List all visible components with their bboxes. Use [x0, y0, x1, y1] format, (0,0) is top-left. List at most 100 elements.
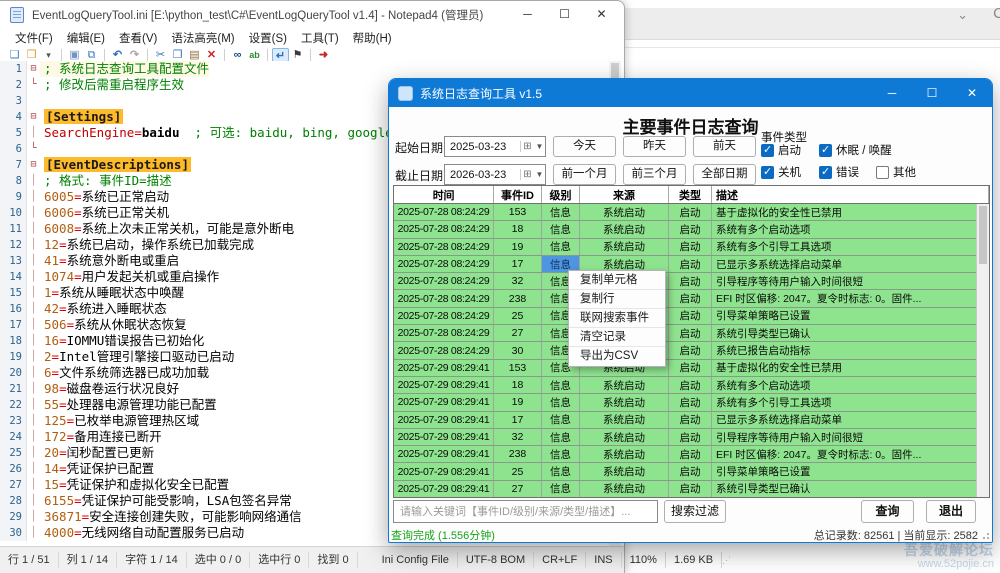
table-cell[interactable]: 基于虚拟化的安全性已禁用 — [712, 360, 989, 376]
table-cell[interactable]: 已显示多系统选择启动菜单 — [712, 256, 989, 272]
table-cell[interactable]: 系统有多个启动选项 — [712, 377, 989, 393]
code-text[interactable]: 2=Intel管理引擎接口驱动已启动 — [40, 349, 234, 365]
table-cell[interactable]: 系统引导类型已确认 — [712, 325, 989, 341]
table-cell[interactable]: 153 — [494, 360, 542, 376]
exit-button[interactable]: 退出 — [926, 500, 976, 523]
code-text[interactable]: [Settings] — [40, 109, 123, 125]
code-text[interactable]: 6155=凭证保护可能受影响，LSA包签名异常 — [40, 493, 292, 509]
table-cell[interactable]: 2025-07-28 08:24:29 — [394, 290, 494, 306]
table-cell[interactable]: 已显示多系统选择启动菜单 — [712, 412, 989, 428]
quick-date-button[interactable]: 昨天 — [623, 136, 686, 157]
code-text[interactable]: 42=系统进入睡眠状态 — [40, 301, 167, 317]
table-row[interactable]: 2025-07-28 08:24:2930信息系统启动启动系统已报告启动指标 — [394, 342, 989, 359]
table-row[interactable]: 2025-07-29 08:29:4118信息系统启动启动系统有多个启动选项 — [394, 377, 989, 394]
code-text[interactable]: 16=IOMMU错误报告已初始化 — [40, 333, 204, 349]
quick-date-button[interactable]: 今天 — [553, 136, 616, 157]
code-text[interactable]: SearchEngine=baidu ; 可选: baidu, bing, go… — [40, 125, 393, 141]
table-cell[interactable]: 启动 — [669, 256, 712, 272]
table-cell[interactable]: 2025-07-29 08:29:41 — [394, 412, 494, 428]
status-segment-r3[interactable]: INS — [586, 552, 621, 568]
table-row[interactable]: 2025-07-29 08:29:4117信息系统启动启动已显示多系统选择启动菜… — [394, 412, 989, 429]
quick-date-button[interactable]: 全部日期 — [693, 164, 756, 185]
table-cell[interactable]: 启动 — [669, 429, 712, 445]
table-cell[interactable]: 启动 — [669, 273, 712, 289]
table-cell[interactable]: 2025-07-28 08:24:29 — [394, 342, 494, 358]
code-text[interactable]: 6=文件系统筛选器已成功加载 — [40, 365, 209, 381]
table-row[interactable]: 2025-07-28 08:24:2919信息系统启动启动系统有多个引导工具选项 — [394, 239, 989, 256]
table-cell[interactable]: 系统启动 — [580, 463, 669, 479]
status-segment-5[interactable]: 找到 0 — [309, 552, 357, 568]
table-cell[interactable]: 32 — [494, 273, 542, 289]
fold-marker-icon[interactable] — [26, 61, 40, 77]
table-row[interactable]: 2025-07-29 08:29:4125信息系统启动启动引导菜单策略已设置 — [394, 463, 989, 480]
code-text[interactable]: 6005=系统已正常启动 — [40, 189, 169, 205]
table-cell[interactable]: 32 — [494, 429, 542, 445]
status-segment-1[interactable]: 列 1 / 14 — [59, 552, 118, 568]
quick-date-button[interactable]: 前一个月 — [553, 164, 616, 185]
code-text[interactable]: 36871=安全连接创建失败，可能影响网络通信 — [40, 509, 302, 525]
dialog-titlebar[interactable]: 系统日志查询工具 v1.5 ─ ☐ ✕ — [389, 79, 992, 107]
menu-item-2[interactable]: 查看(V) — [112, 28, 164, 48]
table-cell[interactable]: 启动 — [669, 394, 712, 410]
copy-icon[interactable] — [169, 48, 186, 62]
table-cell[interactable]: 2025-07-28 08:24:29 — [394, 256, 494, 272]
event-type-checkbox-0[interactable]: 启动 — [761, 142, 801, 158]
code-text[interactable]: 15=凭证保护和虚拟化安全已配置 — [40, 477, 229, 493]
undo-icon[interactable] — [109, 48, 126, 62]
status-segment-r1[interactable]: UTF-8 BOM — [458, 552, 534, 568]
code-text[interactable]: 55=处理器电源管理功能已配置 — [40, 397, 217, 413]
table-scrollbar-thumb[interactable] — [979, 206, 987, 264]
table-cell[interactable]: 启动 — [669, 463, 712, 479]
table-cell[interactable]: 系统启动 — [580, 446, 669, 462]
date-dropdown-icon[interactable]: ▼ — [534, 142, 545, 151]
pin-icon[interactable] — [289, 48, 306, 62]
table-cell[interactable]: 19 — [494, 394, 542, 410]
table-cell[interactable]: 系统启动 — [580, 239, 669, 255]
table-cell[interactable]: 引导菜单策略已设置 — [712, 463, 989, 479]
table-cell[interactable]: 引导程序等待用户输入时间很短 — [712, 273, 989, 289]
table-cell[interactable]: 启动 — [669, 377, 712, 393]
table-cell[interactable]: 信息 — [542, 394, 580, 410]
checkbox-icon[interactable] — [761, 144, 774, 157]
start-date-input[interactable]: 2025-03-23 ⊞ ▼ — [444, 136, 546, 157]
table-cell[interactable]: 30 — [494, 342, 542, 358]
window-resize-grip[interactable]: ⋰ — [722, 555, 731, 565]
table-cell[interactable]: 2025-07-29 08:29:41 — [394, 360, 494, 376]
menu-item-4[interactable]: 设置(S) — [242, 28, 294, 48]
save-icon[interactable] — [66, 48, 83, 62]
table-cell[interactable]: 25 — [494, 308, 542, 324]
table-cell[interactable]: 系统启动 — [580, 481, 669, 497]
dialog-maximize-icon[interactable]: ☐ — [912, 79, 952, 107]
table-cell[interactable]: 18 — [494, 377, 542, 393]
table-row[interactable]: 2025-07-29 08:29:4132信息系统启动启动引导程序等待用户输入时… — [394, 429, 989, 446]
word-wrap-icon[interactable] — [272, 48, 289, 62]
table-cell[interactable]: 系统启动 — [580, 394, 669, 410]
table-cell[interactable]: EFI 时区偏移: 2047。夏令时标志: 0。固件... — [712, 446, 989, 462]
context-menu-item-2[interactable]: 联网搜索事件 — [569, 309, 665, 328]
table-cell[interactable]: 系统引导类型已确认 — [712, 481, 989, 497]
table-cell[interactable]: 2025-07-28 08:24:29 — [394, 308, 494, 324]
notepad-titlebar[interactable]: EventLogQueryTool.ini [E:\python_test\C#… — [0, 1, 624, 28]
code-text[interactable]: 6006=系统已正常关机 — [40, 205, 169, 221]
table-row[interactable]: 2025-07-29 08:29:4127信息系统启动启动系统引导类型已确认 — [394, 481, 989, 497]
table-cell[interactable]: 19 — [494, 239, 542, 255]
column-header-4[interactable]: 类型 — [669, 186, 712, 203]
table-cell[interactable]: 2025-07-28 08:24:29 — [394, 239, 494, 255]
close-icon[interactable]: ✕ — [583, 2, 620, 27]
code-text[interactable]: 1074=用户发起关机或重启操作 — [40, 269, 219, 285]
table-cell[interactable]: 18 — [494, 221, 542, 237]
table-cell[interactable]: 基于虚拟化的安全性已禁用 — [712, 204, 989, 220]
table-row[interactable]: 2025-07-28 08:24:2932信息系统启动启动引导程序等待用户输入时… — [394, 273, 989, 290]
query-button[interactable]: 查询 — [861, 500, 914, 523]
table-row[interactable]: 2025-07-28 08:24:2925信息系统启动启动引导菜单策略已设置 — [394, 308, 989, 325]
status-segment-2[interactable]: 字符 1 / 14 — [117, 552, 187, 568]
table-cell[interactable]: 信息 — [542, 481, 580, 497]
status-segment-r4[interactable]: 110% — [622, 552, 666, 568]
column-header-3[interactable]: 来源 — [580, 186, 669, 203]
table-cell[interactable]: 17 — [494, 412, 542, 428]
context-menu-item-1[interactable]: 复制行 — [569, 290, 665, 309]
table-cell[interactable]: 启动 — [669, 239, 712, 255]
event-type-checkbox-1[interactable]: 休眠 / 唤醒 — [819, 142, 892, 158]
table-cell[interactable]: 27 — [494, 325, 542, 341]
resize-grip[interactable] — [981, 531, 989, 539]
